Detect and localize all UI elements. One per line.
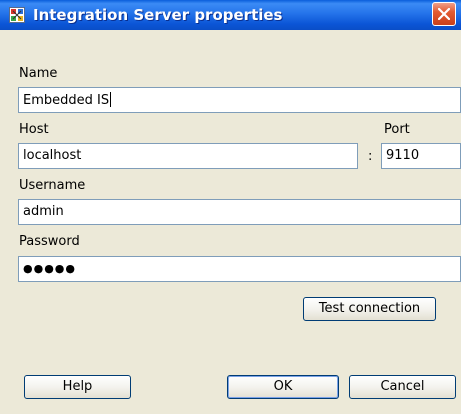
help-button[interactable]: Help xyxy=(24,375,131,399)
name-label: Name xyxy=(19,66,58,81)
app-icon xyxy=(9,7,25,23)
cancel-button[interactable]: Cancel xyxy=(349,375,456,399)
username-label: Username xyxy=(19,178,86,193)
password-label: Password xyxy=(19,234,80,249)
password-mask: ●●●●● xyxy=(23,262,76,275)
close-icon xyxy=(438,8,450,20)
port-label: Port xyxy=(384,122,410,137)
port-value: 9110 xyxy=(386,148,420,163)
name-field[interactable]: Embedded IS xyxy=(18,87,461,113)
password-field[interactable]: ●●●●● xyxy=(18,256,461,282)
username-field[interactable]: admin xyxy=(18,199,461,225)
window-title: Integration Server properties xyxy=(33,6,283,24)
ok-button[interactable]: OK xyxy=(227,375,339,399)
test-connection-button[interactable]: Test connection xyxy=(303,297,436,321)
host-port-separator: : xyxy=(368,149,373,164)
title-bar[interactable]: Integration Server properties xyxy=(0,0,461,30)
port-field[interactable]: 9110 xyxy=(381,143,461,169)
text-caret xyxy=(110,92,112,107)
name-value: Embedded IS xyxy=(23,93,110,108)
host-field[interactable]: localhost xyxy=(18,143,358,169)
host-label: Host xyxy=(19,122,49,137)
properties-dialog: Integration Server properties Name Embed… xyxy=(0,0,461,414)
username-value: admin xyxy=(23,204,64,219)
host-value: localhost xyxy=(23,148,82,163)
close-button[interactable] xyxy=(432,2,456,26)
